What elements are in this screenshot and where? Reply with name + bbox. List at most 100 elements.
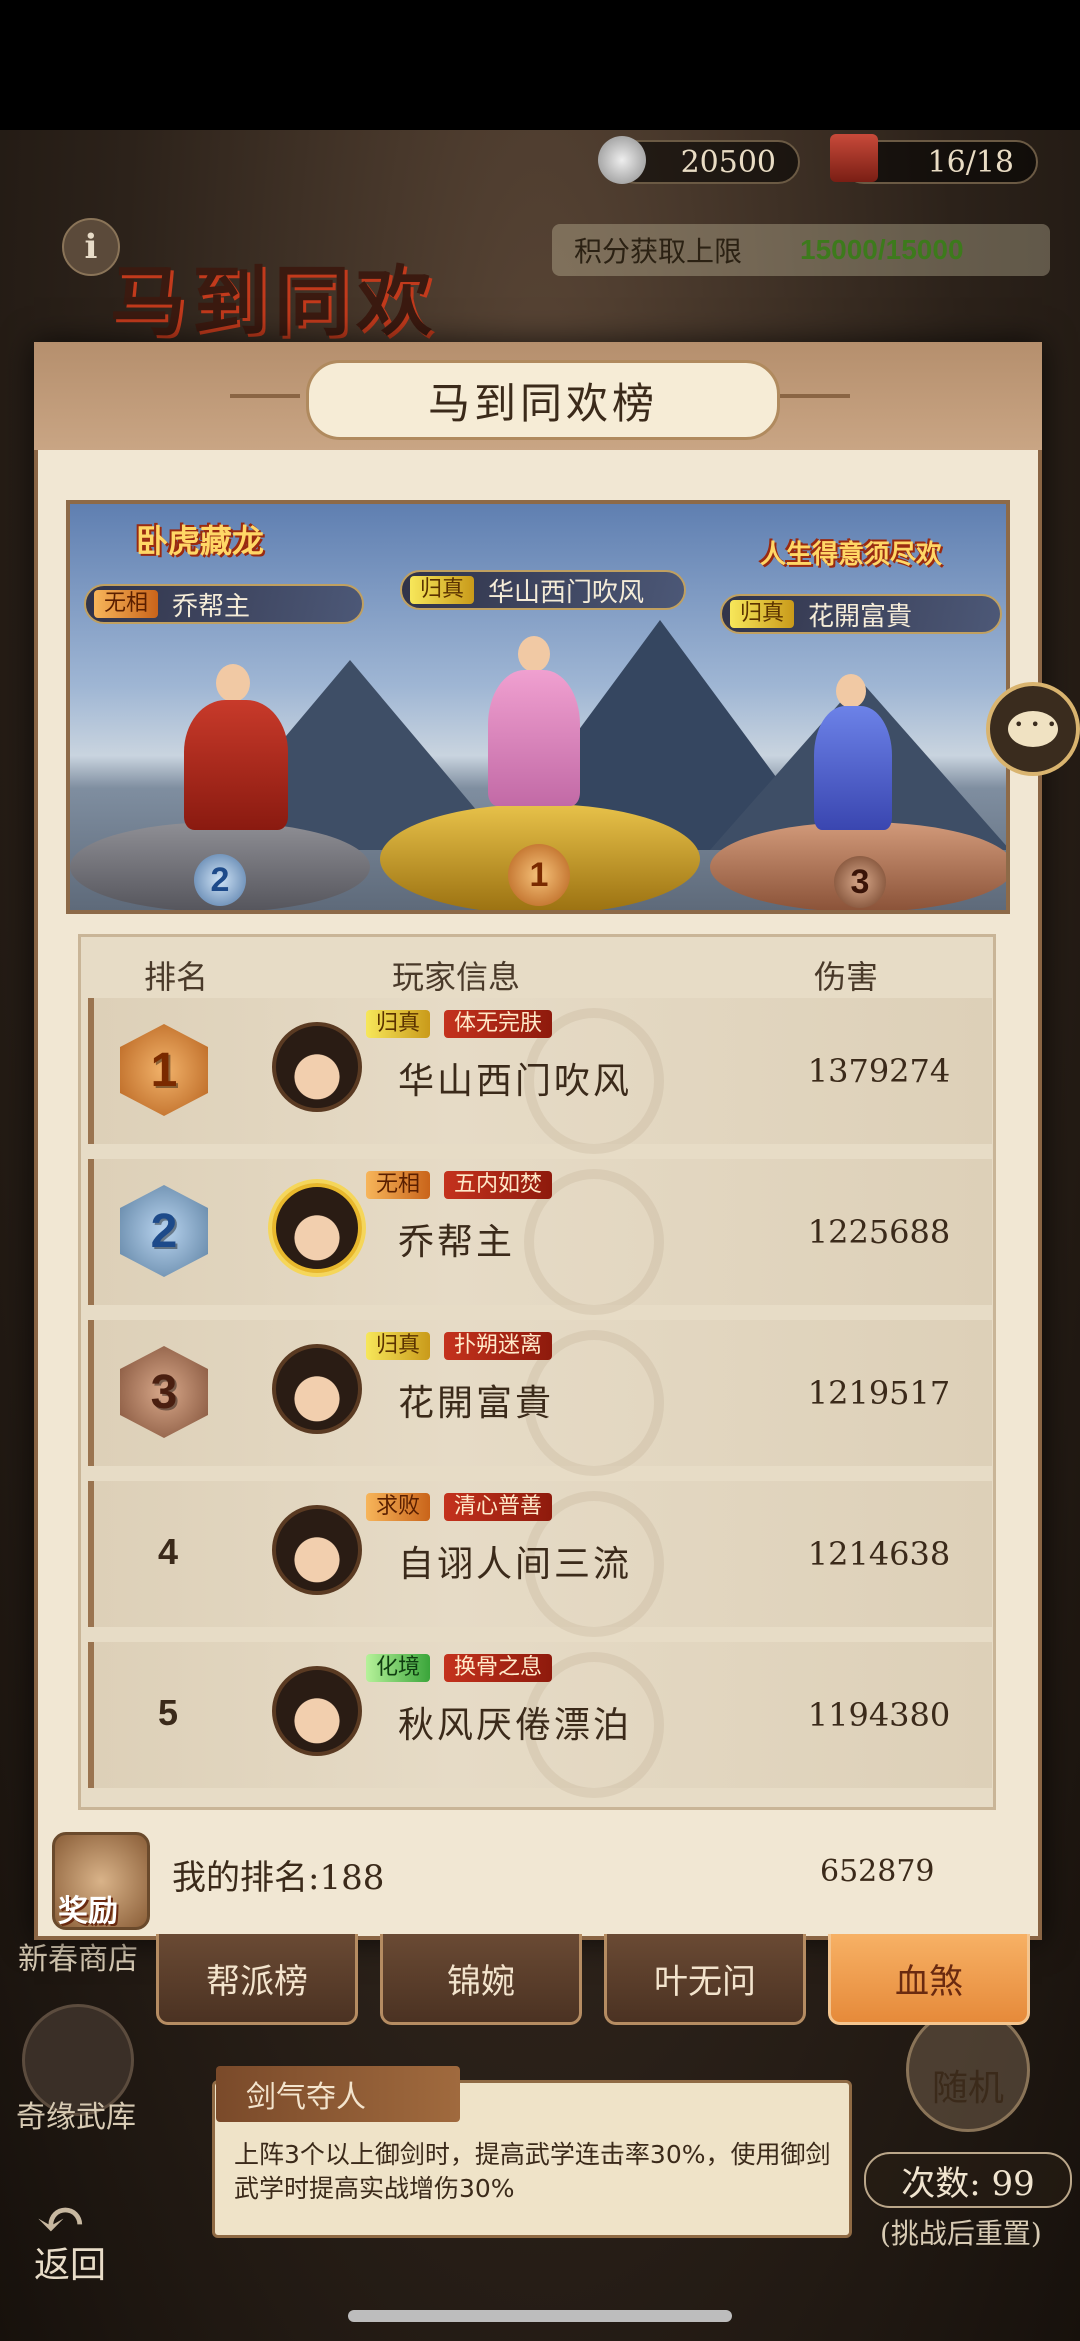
tab-label: 血煞 [895, 1961, 963, 2002]
player-name: 花開富貴 [398, 1383, 555, 1424]
tries-counter: 次数: 99 [864, 2152, 1072, 2208]
rank-2-medal: 2 [194, 854, 246, 906]
modal-title: 马到同欢榜 [306, 360, 780, 440]
new-year-shop-label[interactable]: 新春商店 [18, 1934, 138, 1978]
realm-badge: 归真 [410, 576, 475, 604]
score-cap-label: 积分获取上限 [574, 235, 743, 268]
table-row[interactable]: 1 归真 体无完肤 华山西门吹风 1379274 [88, 998, 992, 1154]
chat-button[interactable] [986, 682, 1080, 776]
podium-name-3: 归真 花開富貴 [720, 594, 1002, 634]
title-badge: 换骨之息 [444, 1654, 553, 1682]
damage-value: 1214638 [807, 1535, 951, 1573]
my-score: 652879 [820, 1854, 935, 1889]
damage-value: 1194380 [807, 1696, 951, 1734]
podium-name-1: 归真 华山西门吹风 [400, 570, 686, 610]
player-name: 秋风厌倦漂泊 [398, 1705, 633, 1746]
character-3-head [836, 674, 866, 708]
table-row[interactable]: 5 化境 换骨之息 秋风厌倦漂泊 1194380 [88, 1642, 992, 1798]
player-badges: 求败 清心普善 [366, 1493, 566, 1521]
rank-number: 4 [157, 1531, 179, 1572]
random-label: 随机 [931, 2068, 1004, 2109]
table-row[interactable]: 3 归真 扑朔迷离 花開富貴 1219517 [88, 1320, 992, 1476]
currency-value: 20500 [680, 144, 776, 180]
back-button[interactable]: 返回 [34, 2236, 106, 2288]
title-badge: 体无完肤 [444, 1010, 553, 1038]
avatar[interactable] [272, 1344, 362, 1434]
realm-badge: 归真 [366, 1332, 431, 1360]
header-rank: 排名 [144, 958, 209, 996]
podium-player-name: 华山西门吹风 [488, 577, 645, 608]
realm-badge: 化境 [366, 1654, 431, 1682]
damage-value: 1225688 [807, 1213, 951, 1251]
player-name: 华山西门吹风 [398, 1061, 633, 1102]
score-cap-value: 15000/15000 [800, 234, 964, 265]
tab-jinwan[interactable]: 锦婉 [380, 1934, 582, 2025]
avatar[interactable] [272, 1505, 362, 1595]
character-3 [814, 706, 892, 830]
tab-guild-rank[interactable]: 帮派榜 [156, 1934, 358, 2025]
status-bar [0, 0, 1080, 130]
wuku-label[interactable]: 奇缘武库 [16, 2092, 136, 2136]
title-decoration-left [230, 394, 300, 398]
rank-2-medal: 2 [120, 1185, 208, 1277]
podium-player-name: 乔帮主 [172, 591, 251, 622]
skill-description: 上阵3个以上御剑时，提高武学连击率30%，使用御剑武学时提高实战增伤30% [234, 2140, 831, 2203]
character-1-head [518, 636, 550, 672]
rank-1-medal: 1 [120, 1024, 208, 1116]
rank-1-medal: 1 [508, 844, 570, 906]
realm-badge: 无相 [94, 590, 159, 618]
tickets-value: 16/18 [927, 144, 1014, 180]
token-book-icon [830, 134, 878, 182]
player-badges: 归真 体无完肤 [366, 1010, 566, 1038]
tab-label: 帮派榜 [206, 1961, 308, 2002]
damage-value: 1379274 [807, 1052, 951, 1090]
damage-value: 1219517 [807, 1374, 951, 1412]
skill-name: 剑气夺人 [216, 2066, 460, 2122]
player-badges: 无相 五内如焚 [366, 1171, 566, 1199]
title-badge: 五内如焚 [444, 1171, 553, 1199]
random-button[interactable]: 随机 [906, 2008, 1030, 2132]
table-row[interactable]: 2 无相 五内如焚 乔帮主 1225688 [88, 1159, 992, 1315]
title-badge: 扑朔迷离 [444, 1332, 553, 1360]
character-2 [184, 700, 288, 830]
my-rank: 我的排名:188 [172, 1858, 385, 1898]
score-cap-bar: 积分获取上限 15000/15000 [552, 224, 1050, 276]
tries-text: 次数: 99 [901, 2163, 1035, 2204]
title-art-wohu: 卧虎藏龙 [136, 522, 265, 560]
title-art-rensheng: 人生得意须尽欢 [760, 540, 943, 570]
character-1 [488, 670, 580, 806]
header-damage: 伤害 [814, 958, 879, 996]
rank-3-medal: 3 [834, 856, 886, 908]
table-row[interactable]: 4 求败 清心普善 自诩人间三流 1214638 [88, 1481, 992, 1637]
event-logo: 马到同欢 [110, 257, 438, 346]
title-decoration-right [780, 394, 850, 398]
tab-label: 锦婉 [447, 1961, 515, 2002]
home-indicator[interactable] [348, 2310, 732, 2322]
tab-xuesha[interactable]: 血煞 [828, 1934, 1030, 2025]
jade-coin-icon [598, 136, 646, 184]
podium-showcase: 归真 华山西门吹风 卧虎藏龙 无相 乔帮主 人生得意须尽欢 归真 花開富貴 2 … [66, 500, 1010, 914]
realm-badge: 归真 [366, 1010, 431, 1038]
header-player: 玩家信息 [392, 958, 521, 996]
realm-badge: 无相 [366, 1171, 431, 1199]
rank-3-medal: 3 [120, 1346, 208, 1438]
chat-bubble-icon [1008, 711, 1058, 747]
avatar[interactable] [272, 1666, 362, 1756]
tab-yewuwen[interactable]: 叶无问 [604, 1934, 806, 2025]
podium-player-name: 花開富貴 [808, 601, 913, 632]
player-badges: 归真 扑朔迷离 [366, 1332, 566, 1360]
reward-button[interactable]: 奖励 [58, 1886, 118, 1930]
realm-badge: 求败 [366, 1493, 431, 1521]
tab-label: 叶无问 [654, 1961, 756, 2002]
player-name: 自诩人间三流 [398, 1544, 633, 1585]
title-badge: 清心普善 [444, 1493, 553, 1521]
avatar[interactable] [272, 1183, 362, 1273]
avatar[interactable] [272, 1022, 362, 1112]
tries-note: (挑战后重置) [880, 2217, 1042, 2250]
character-2-head [216, 664, 250, 702]
rank-number: 5 [157, 1692, 179, 1733]
player-badges: 化境 换骨之息 [366, 1654, 566, 1682]
player-name: 乔帮主 [398, 1222, 516, 1263]
realm-badge: 归真 [730, 600, 795, 628]
podium-name-2: 无相 乔帮主 [84, 584, 364, 624]
